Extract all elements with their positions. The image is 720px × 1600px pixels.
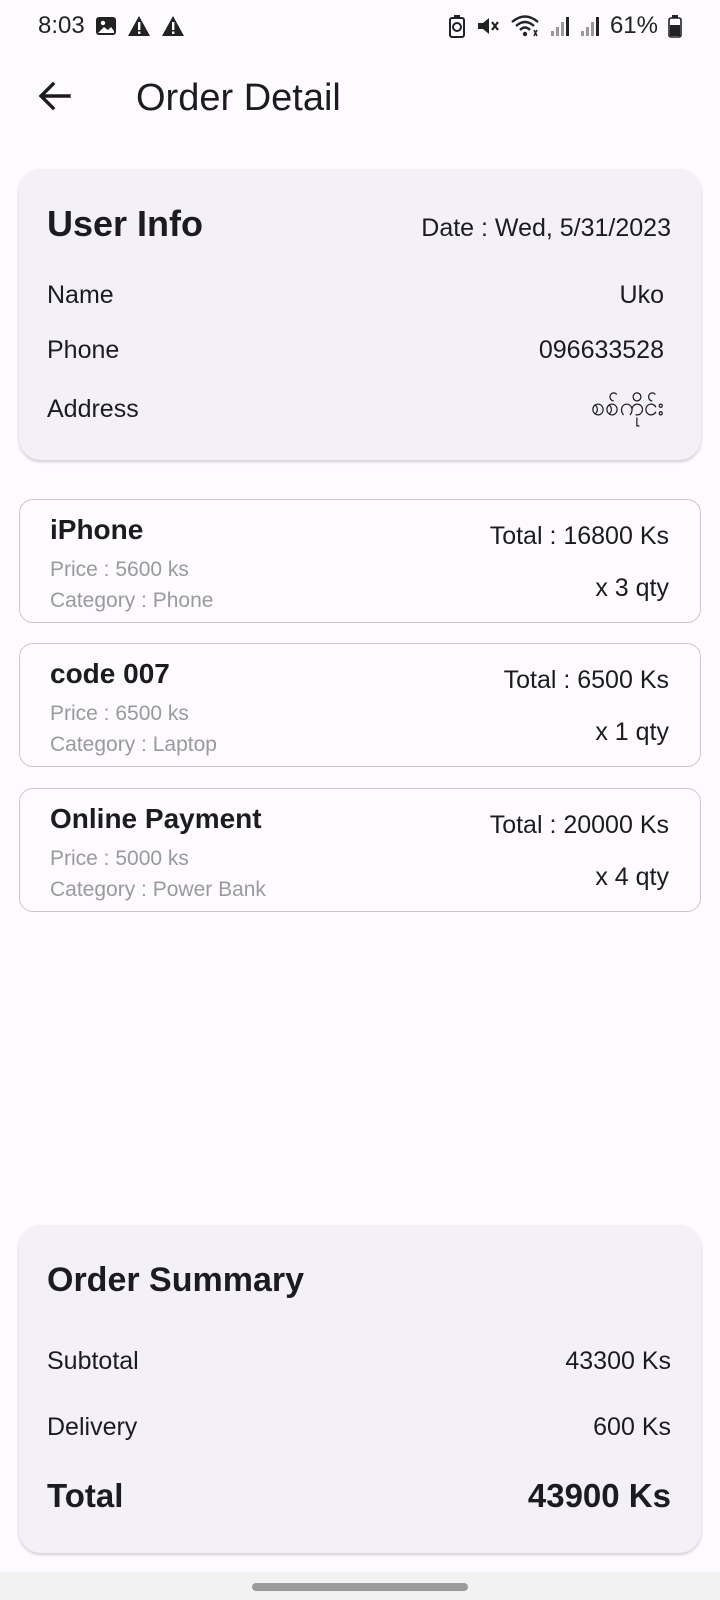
delivery-label: Delivery: [47, 1413, 138, 1441]
delivery-row: Delivery 600 Ks: [47, 1413, 671, 1442]
name-row: Name Uko: [47, 281, 664, 310]
phone-value: 096633528: [538, 336, 664, 364]
item-price: Price : 5600 ks: [50, 558, 189, 581]
item-name: code 007: [50, 658, 170, 689]
address-row: Address စစ်ကိုင်း: [47, 391, 664, 428]
app-bar: Order Detail: [0, 60, 720, 136]
mute-icon: [476, 15, 500, 37]
item-total: Total : 20000 Ks: [489, 811, 669, 839]
user-info-title: User Info: [47, 203, 204, 244]
item-quantity: x 3 qty: [595, 574, 669, 602]
item-category: Category : Laptop: [50, 733, 217, 756]
home-indicator[interactable]: [252, 1583, 468, 1591]
image-icon: [95, 15, 117, 37]
total-label: Total: [47, 1477, 124, 1514]
phone-label: Phone: [47, 336, 120, 364]
warning-icon: [161, 15, 185, 37]
subtotal-row: Subtotal 43300 Ks: [47, 1347, 671, 1376]
battery-saver-icon: [448, 14, 466, 38]
item-total: Total : 6500 Ks: [503, 666, 669, 694]
page-title: Order Detail: [136, 76, 341, 119]
subtotal-value: 43300 Ks: [565, 1347, 671, 1375]
item-quantity: x 4 qty: [595, 863, 669, 891]
item-category: Category : Power Bank: [50, 878, 266, 901]
wifi-icon: [510, 14, 540, 38]
signal-icon: [580, 15, 600, 37]
name-value: Uko: [619, 281, 664, 309]
address-value: စစ်ကိုင်း: [591, 393, 664, 421]
item-category: Category : Phone: [50, 589, 214, 612]
navigation-bar: [0, 1572, 720, 1600]
order-date: Date : Wed, 5/31/2023: [421, 214, 671, 242]
total-value: 43900 Ks: [527, 1477, 671, 1514]
warning-icon: [127, 15, 151, 37]
signal-icon: [550, 15, 570, 37]
order-item-card[interactable]: Online Payment Price : 5000 ks Category …: [19, 788, 701, 912]
battery-percent: 61%: [609, 12, 658, 39]
item-name: Online Payment: [50, 803, 262, 834]
item-total: Total : 16800 Ks: [489, 522, 669, 550]
subtotal-label: Subtotal: [47, 1347, 139, 1375]
order-item-card[interactable]: code 007 Price : 6500 ks Category : Lapt…: [19, 643, 701, 767]
delivery-value: 600 Ks: [593, 1413, 671, 1441]
order-item-card[interactable]: iPhone Price : 5600 ks Category : Phone …: [19, 499, 701, 623]
item-name: iPhone: [50, 514, 144, 545]
name-label: Name: [47, 281, 114, 309]
order-summary-title: Order Summary: [47, 1261, 304, 1299]
item-quantity: x 1 qty: [595, 718, 669, 746]
status-bar: 8:03 61%: [0, 0, 720, 52]
back-button[interactable]: [18, 62, 90, 134]
total-row: Total 43900 Ks: [47, 1477, 671, 1515]
arrow-left-icon: [37, 81, 71, 116]
battery-icon: [668, 14, 682, 38]
item-price: Price : 6500 ks: [50, 702, 189, 725]
user-info-card: User Info Date : Wed, 5/31/2023 Name Uko…: [19, 169, 701, 460]
address-label: Address: [47, 395, 139, 423]
phone-row: Phone 096633528: [47, 336, 664, 365]
item-price: Price : 5000 ks: [50, 847, 189, 870]
order-summary-card: Order Summary Subtotal 43300 Ks Delivery…: [19, 1225, 701, 1553]
status-time: 8:03: [38, 12, 85, 39]
